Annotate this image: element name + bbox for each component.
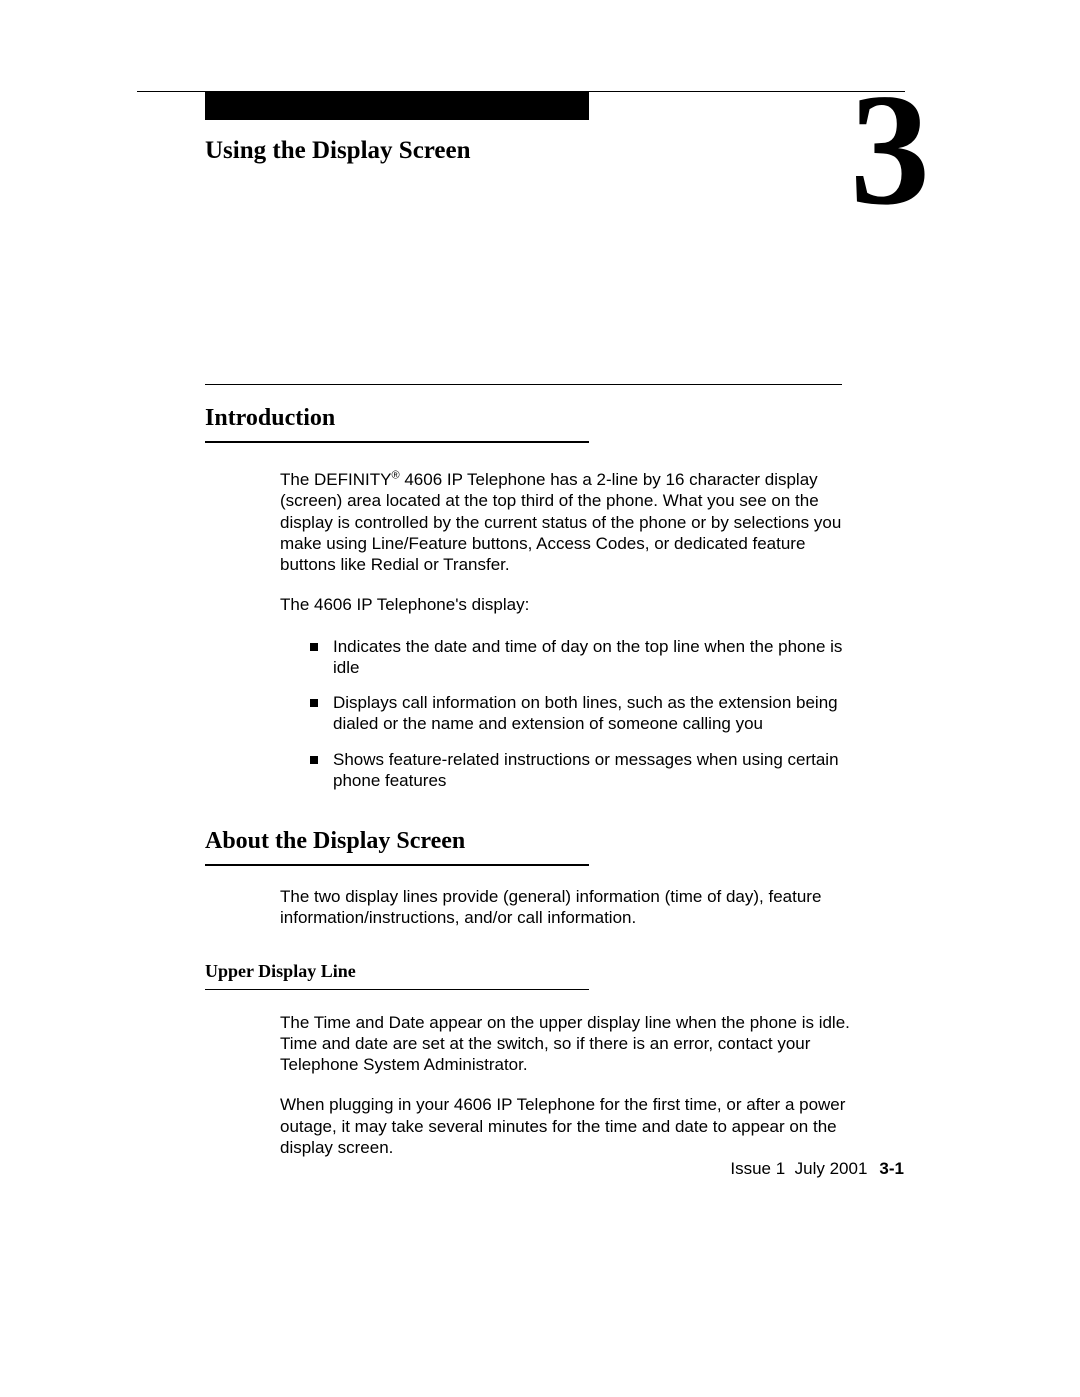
bullet-icon [310, 699, 318, 707]
subsection-rule [205, 989, 589, 990]
chapter-title: Using the Display Screen [205, 137, 471, 165]
chapter-black-bar [205, 92, 589, 120]
bullet-icon [310, 643, 318, 651]
below-header-rule [205, 384, 842, 385]
intro-bullet-list: Indicates the date and time of day on th… [310, 636, 850, 792]
footer-page-number: 3-1 [879, 1159, 904, 1178]
footer-issue: Issue 1 [730, 1159, 785, 1178]
section-heading-about: About the Display Screen [205, 828, 904, 855]
list-item: Displays call information on both lines,… [310, 692, 850, 735]
about-paragraph-1: The two display lines provide (general) … [280, 886, 850, 929]
footer-date: July 2001 [795, 1159, 868, 1178]
bullet-text: Displays call information on both lines,… [333, 692, 850, 735]
page-footer: Issue 1 July 2001 3-1 [730, 1159, 904, 1179]
list-item: Shows feature-related instructions or me… [310, 749, 850, 792]
subsection-heading-upper: Upper Display Line [205, 961, 904, 982]
section-heading-introduction: Introduction [205, 405, 904, 432]
list-item: Indicates the date and time of day on th… [310, 636, 850, 679]
bullet-text: Indicates the date and time of day on th… [333, 636, 850, 679]
bullet-text: Shows feature-related instructions or me… [333, 749, 850, 792]
intro-p1-prefix: The DEFINITY [280, 470, 391, 489]
upper-paragraph-1: The Time and Date appear on the upper di… [280, 1012, 850, 1076]
section-rule [205, 864, 589, 866]
bullet-icon [310, 756, 318, 764]
section-rule [205, 441, 589, 443]
intro-paragraph-2: The 4606 IP Telephone's display: [280, 594, 850, 615]
chapter-number: 3 [850, 69, 930, 229]
upper-paragraph-2: When plugging in your 4606 IP Telephone … [280, 1094, 850, 1158]
registered-mark: ® [391, 469, 399, 481]
intro-paragraph-1: The DEFINITY® 4606 IP Telephone has a 2-… [280, 469, 850, 575]
